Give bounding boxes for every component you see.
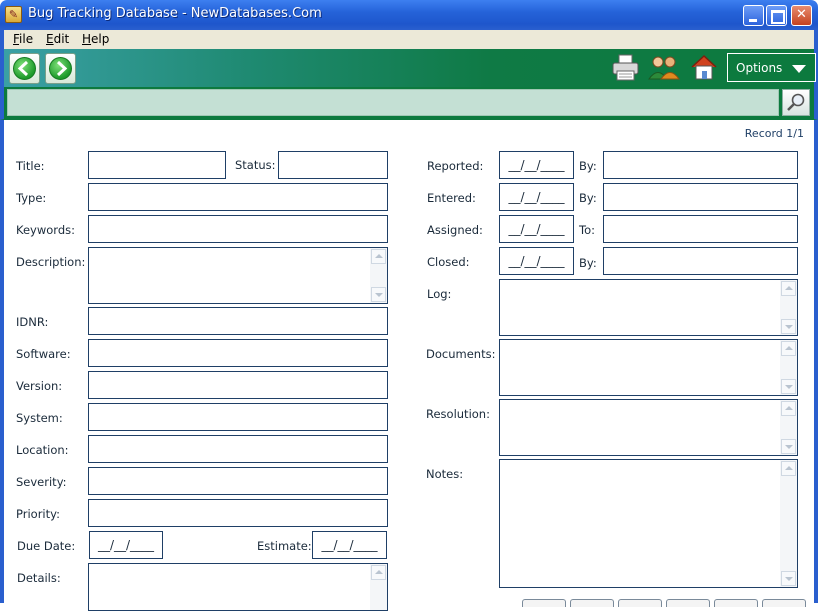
menu-edit[interactable]: Edit	[46, 32, 69, 46]
status-label: Status:	[235, 158, 276, 172]
bottom-button-3[interactable]	[618, 599, 662, 607]
search-icon	[787, 93, 805, 111]
idnr-label: IDNR:	[16, 315, 49, 329]
description-scrollbar[interactable]	[370, 248, 387, 303]
forward-button[interactable]	[45, 53, 76, 84]
details-scrollbar[interactable]	[370, 564, 387, 610]
search-button[interactable]	[782, 89, 810, 116]
resolution-scrollbar[interactable]	[780, 400, 797, 455]
log-textarea[interactable]	[499, 279, 798, 336]
home-icon[interactable]	[688, 53, 720, 83]
notes-scrollbar[interactable]	[780, 460, 797, 587]
closed-by-label: By:	[579, 256, 597, 270]
search-input[interactable]	[7, 89, 779, 116]
estimate-field[interactable]	[312, 531, 387, 559]
menu-help[interactable]: Help	[82, 32, 109, 46]
entered-by-field[interactable]	[603, 183, 798, 211]
app-icon: ✎	[5, 6, 22, 23]
options-dropdown[interactable]: Options	[727, 53, 816, 82]
keywords-field[interactable]	[88, 215, 388, 243]
documents-scrollbar[interactable]	[780, 340, 797, 395]
window-title: Bug Tracking Database - NewDatabases.Com	[28, 6, 322, 21]
documents-label: Documents:	[426, 347, 496, 361]
idnr-field[interactable]	[88, 307, 388, 335]
chevron-down-icon	[792, 65, 806, 73]
details-label: Details:	[17, 571, 61, 585]
keywords-label: Keywords:	[16, 223, 75, 237]
minimize-button[interactable]	[743, 5, 764, 26]
documents-textarea[interactable]	[499, 339, 798, 396]
record-form: Record 1/1 Title: Status: Type: Keywords…	[0, 119, 818, 611]
menu-file[interactable]: File	[13, 32, 33, 46]
assigned-to-label: To:	[579, 223, 595, 237]
priority-field[interactable]	[88, 499, 388, 527]
record-indicator: Record 1/1	[744, 127, 804, 140]
back-button[interactable]	[9, 53, 40, 84]
severity-field[interactable]	[88, 467, 388, 495]
bottom-button-4[interactable]	[666, 599, 710, 607]
bottom-button-2[interactable]	[570, 599, 614, 607]
notes-textarea[interactable]	[499, 459, 798, 588]
type-label: Type:	[16, 191, 47, 205]
log-scrollbar[interactable]	[780, 280, 797, 335]
reported-label: Reported:	[427, 159, 484, 173]
log-label: Log:	[427, 287, 452, 301]
bottom-button-6[interactable]	[762, 599, 806, 607]
printer-icon[interactable]	[610, 53, 642, 83]
details-textarea[interactable]	[88, 563, 388, 611]
closed-by-field[interactable]	[603, 247, 798, 275]
due-date-label: Due Date:	[17, 539, 76, 553]
software-label: Software:	[16, 347, 71, 361]
location-label: Location:	[16, 443, 69, 457]
version-label: Version:	[16, 379, 63, 393]
reported-date-field[interactable]	[499, 151, 574, 179]
back-arrow-icon	[13, 57, 36, 80]
resolution-textarea[interactable]	[499, 399, 798, 456]
users-icon[interactable]	[647, 53, 680, 83]
assigned-date-field[interactable]	[499, 215, 574, 243]
notes-label: Notes:	[426, 467, 464, 481]
reported-by-label: By:	[579, 159, 597, 173]
resolution-label: Resolution:	[426, 407, 490, 421]
maximize-button[interactable]	[766, 5, 787, 26]
closed-date-field[interactable]	[499, 247, 574, 275]
closed-label: Closed:	[427, 255, 470, 269]
toolbar: Options	[0, 49, 818, 87]
bottom-button-1[interactable]	[522, 599, 566, 607]
entered-date-field[interactable]	[499, 183, 574, 211]
options-label: Options	[736, 61, 783, 75]
estimate-label: Estimate:	[257, 539, 312, 553]
menu-bar: File Edit Help	[0, 30, 818, 49]
description-label: Description:	[16, 255, 86, 269]
entered-label: Entered:	[427, 191, 476, 205]
title-bar: ✎ Bug Tracking Database - NewDatabases.C…	[0, 0, 818, 30]
bottom-button-5[interactable]	[714, 599, 758, 607]
priority-label: Priority:	[16, 507, 60, 521]
entered-by-label: By:	[579, 191, 597, 205]
software-field[interactable]	[88, 339, 388, 367]
type-field[interactable]	[88, 183, 388, 211]
status-field[interactable]	[278, 151, 388, 179]
version-field[interactable]	[88, 371, 388, 399]
title-label: Title:	[16, 159, 45, 173]
forward-arrow-icon	[49, 57, 72, 80]
reported-by-field[interactable]	[603, 151, 798, 179]
assigned-to-field[interactable]	[603, 215, 798, 243]
severity-label: Severity:	[16, 475, 67, 489]
search-bar	[0, 87, 818, 119]
system-label: System:	[16, 411, 63, 425]
title-field[interactable]	[88, 151, 226, 179]
location-field[interactable]	[88, 435, 388, 463]
assigned-label: Assigned:	[427, 223, 483, 237]
system-field[interactable]	[88, 403, 388, 431]
description-textarea[interactable]	[88, 247, 388, 304]
close-button[interactable]: ✕	[791, 5, 812, 26]
due-date-field[interactable]	[89, 531, 163, 559]
